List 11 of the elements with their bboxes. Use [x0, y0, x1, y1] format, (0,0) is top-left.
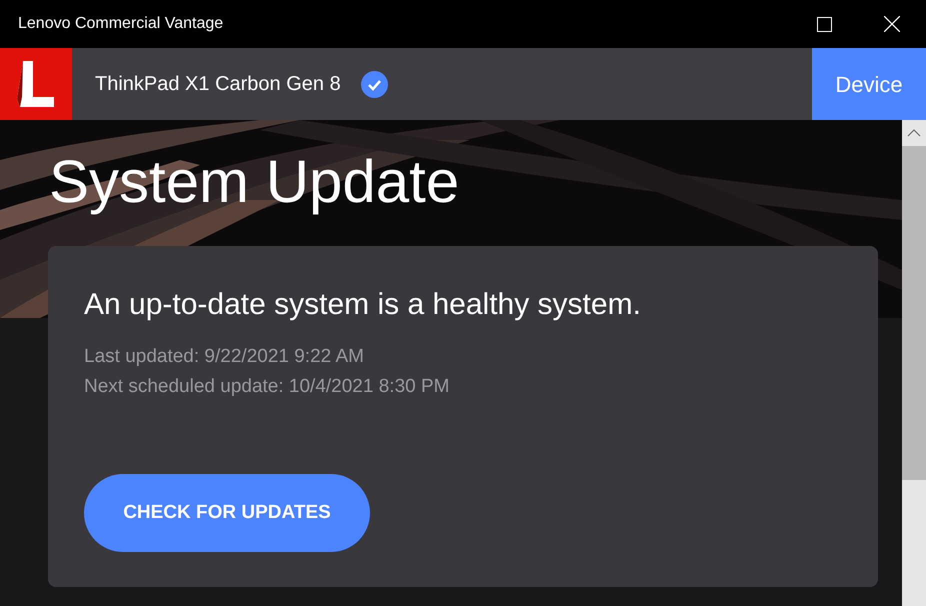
maximize-icon [816, 16, 832, 32]
device-name: ThinkPad X1 Carbon Gen 8 [95, 72, 341, 97]
card-headline: An up-to-date system is a healthy system. [84, 290, 642, 320]
next-update-text: Next scheduled update: 10/4/2021 8:30 PM [84, 375, 450, 399]
last-updated-text: Last updated: 9/22/2021 9:22 AM [84, 345, 365, 369]
page-title: System Update [49, 152, 460, 212]
window-title: Lenovo Commercial Vantage [18, 14, 224, 34]
close-icon [884, 16, 900, 32]
check-updates-button[interactable]: CHECK FOR UPDATES [84, 474, 370, 552]
scrollbar-thumb[interactable] [902, 146, 926, 480]
device-tab[interactable]: Device [812, 48, 926, 120]
